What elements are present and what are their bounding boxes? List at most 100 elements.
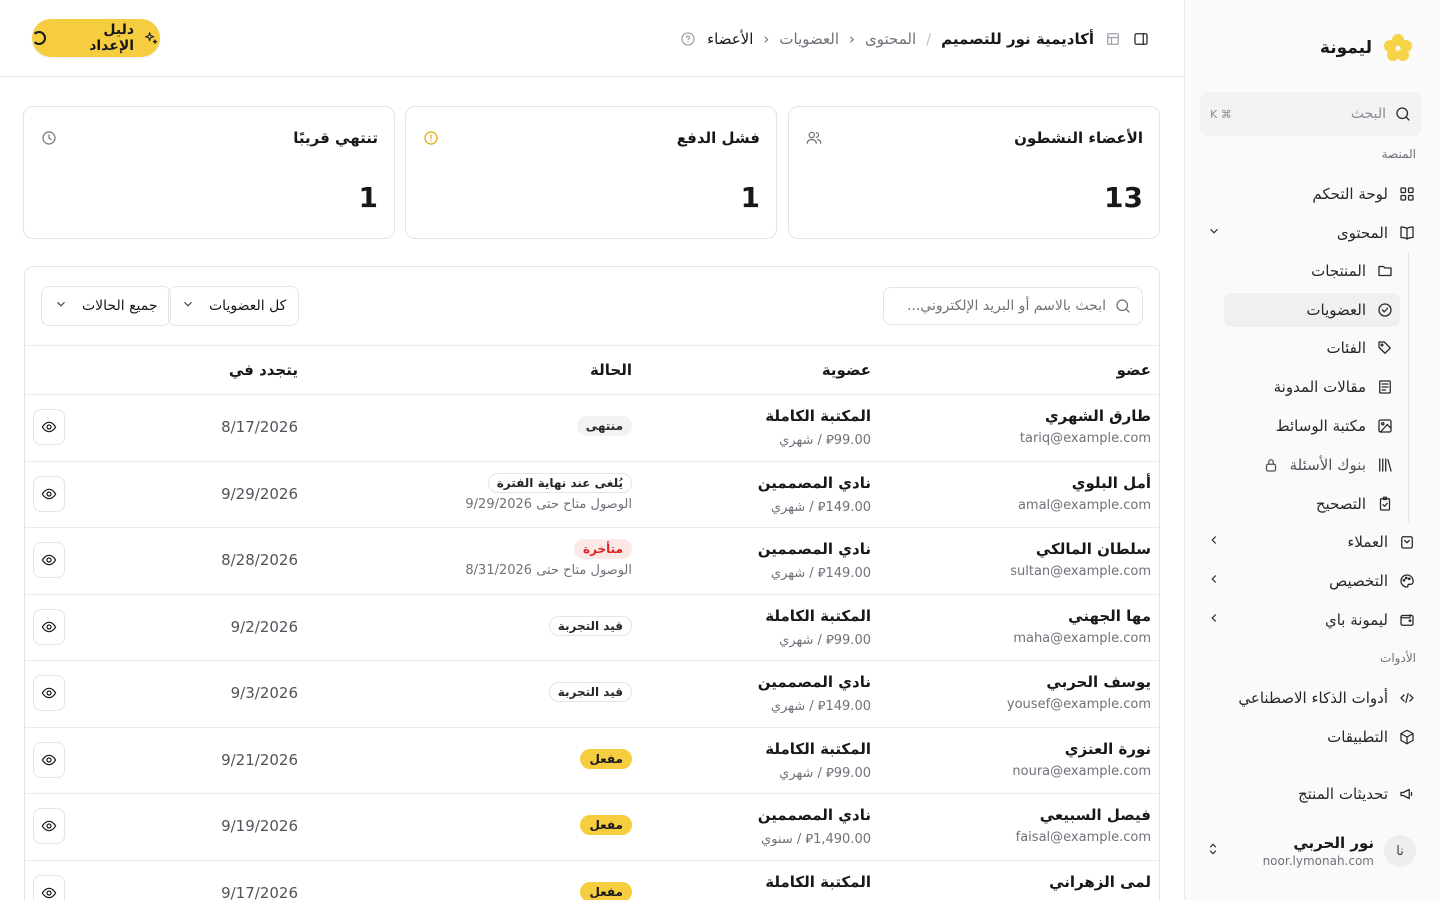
- section-label-tools: الأدوات: [1380, 651, 1416, 665]
- member-email: yousef@example.com: [1006, 697, 1151, 712]
- table-row[interactable]: سلطان المالكي sultan@example.com نادي ال…: [25, 528, 1159, 595]
- chevron-left-icon: ‹: [763, 30, 770, 48]
- table-header: عضو عضوية الحالة يتجدد في: [25, 346, 1159, 395]
- help-icon[interactable]: [679, 30, 697, 48]
- member-cell[interactable]: أمل البلوي amal@example.com: [1018, 474, 1151, 513]
- stat-card-expiring-soon: تنتهي قريبًا 1: [23, 106, 395, 239]
- table-row[interactable]: طارق الشهري tariq@example.com المكتبة ال…: [25, 395, 1159, 462]
- sidebar-item-content[interactable]: المحتوى: [1200, 215, 1422, 251]
- membership-cell: المكتبة الكاملة: [765, 873, 871, 891]
- view-member-button[interactable]: [33, 409, 65, 445]
- member-cell[interactable]: لمى الزهراني: [1049, 873, 1151, 891]
- user-menu[interactable]: نا نور الحربي noor.lymonah.com: [1200, 822, 1422, 880]
- membership-filter-dropdown[interactable]: كل العضويات: [168, 286, 300, 326]
- renew-date: 8/17/2026: [221, 418, 298, 436]
- sidebar-search[interactable]: البحث ⌘ K: [1200, 92, 1422, 136]
- chevron-left-icon[interactable]: [1206, 533, 1222, 551]
- table-row[interactable]: مها الجهني maha@example.com المكتبة الكا…: [25, 595, 1159, 661]
- brand[interactable]: ليمونة: [1320, 30, 1412, 66]
- member-cell[interactable]: مها الجهني maha@example.com: [1013, 607, 1151, 646]
- chevron-down-icon[interactable]: [1206, 224, 1222, 242]
- search-icon: [1394, 105, 1412, 123]
- renew-date: 9/21/2026: [221, 750, 298, 769]
- member-cell[interactable]: نورة العنزي noura@example.com: [1012, 740, 1151, 779]
- member-cell[interactable]: سلطان المالكي sultan@example.com: [1010, 540, 1151, 579]
- view-member-button[interactable]: [33, 808, 65, 844]
- sidebar-item-customers[interactable]: العملاء: [1200, 524, 1422, 560]
- sidebar-subitem-label: المنتجات: [1311, 262, 1366, 280]
- sparkles-icon: [142, 29, 160, 47]
- view-member-button[interactable]: [33, 542, 65, 578]
- sidebar-item-product-updates[interactable]: تحديثات المنتج: [1200, 776, 1422, 812]
- membership-cell: نادي المصممين ⃁149.00 / شهري: [758, 540, 871, 581]
- sidebar-subitem-grading[interactable]: التصحيح: [1224, 487, 1400, 521]
- column-header-renews: يتجدد في: [228, 361, 298, 379]
- table-row[interactable]: يوسف الحربي yousef@example.com نادي المص…: [25, 661, 1159, 728]
- sidebar-toggle-icon[interactable]: [1132, 30, 1150, 48]
- status-filter-value: جميع الحالات: [82, 298, 158, 314]
- status-cell: يُلغى عند نهاية الفترة الوصول متاح حتى 9…: [465, 472, 632, 512]
- status-filter-dropdown[interactable]: جميع الحالات: [41, 286, 171, 326]
- breadcrumb-members: الأعضاء: [707, 30, 754, 48]
- sidebar-item-dashboard[interactable]: لوحة التحكم: [1200, 176, 1422, 212]
- sidebar-subitem-label: الفئات: [1326, 339, 1366, 357]
- membership-plan: المكتبة الكاملة: [765, 407, 871, 425]
- membership-price: ⃁99.00 / شهري: [779, 765, 871, 781]
- eye-icon: [41, 554, 57, 566]
- renew-date: 9/3/2026: [230, 684, 298, 702]
- chevron-left-icon[interactable]: [1206, 611, 1222, 629]
- table-row[interactable]: فيصل السبيعي faisal@example.com نادي الم…: [25, 794, 1159, 861]
- breadcrumb-content[interactable]: المحتوى: [865, 30, 916, 48]
- code-icon: [1398, 689, 1416, 707]
- breadcrumb-academy[interactable]: أكاديمية نور للتصميم: [941, 30, 1094, 48]
- sidebar-subitem-question-banks[interactable]: بنوك الأسئلة: [1224, 448, 1400, 482]
- sidebar-subitem-products[interactable]: المنتجات: [1224, 254, 1400, 288]
- sidebar-subitem-categories[interactable]: الفئات: [1224, 331, 1400, 365]
- table-row[interactable]: لمى الزهراني المكتبة الكاملة مفعل 9/17/2…: [25, 861, 1159, 900]
- member-search-input[interactable]: ابحث بالاسم أو البريد الإلكتروني...: [883, 287, 1143, 325]
- member-name: أمل البلوي: [1071, 473, 1151, 492]
- renew-date: 9/19/2026: [221, 817, 298, 835]
- view-member-button[interactable]: [33, 475, 65, 512]
- breadcrumb-memberships[interactable]: العضويات: [779, 30, 839, 48]
- view-member-button[interactable]: [33, 741, 65, 778]
- view-member-button[interactable]: [33, 608, 65, 645]
- table-row[interactable]: نورة العنزي noura@example.com المكتبة ال…: [25, 728, 1159, 794]
- wallet-icon: [1398, 611, 1416, 629]
- table-body: طارق الشهري tariq@example.com المكتبة ال…: [25, 395, 1159, 900]
- sidebar-item-label: العملاء: [1347, 533, 1388, 551]
- chevron-left-icon[interactable]: [1206, 572, 1222, 590]
- table-row[interactable]: أمل البلوي amal@example.com نادي المصممي…: [25, 462, 1159, 528]
- sidebar-subitem-media[interactable]: مكتبة الوسائط: [1224, 409, 1400, 443]
- status-badge: مفعل: [580, 881, 632, 900]
- library-icon: [1376, 456, 1394, 474]
- view-member-button[interactable]: [33, 874, 65, 900]
- status-badge: قيد التجربة: [548, 682, 632, 702]
- eye-icon: [41, 621, 57, 632]
- sidebar-subitem-memberships[interactable]: العضويات: [1224, 293, 1400, 327]
- breadcrumb: أكاديمية نور للتصميم / المحتوى ‹ العضويا…: [679, 26, 1150, 52]
- status-cell: مفعل: [580, 748, 632, 769]
- member-email: noura@example.com: [1012, 763, 1151, 779]
- setup-guide-button[interactable]: دليل الإعداد: [32, 19, 160, 57]
- sidebar-item-label: أدوات الذكاء الاصطناعي: [1238, 689, 1388, 707]
- renew-date: 9/17/2026: [221, 883, 298, 900]
- member-name: طارق الشهري: [1044, 407, 1151, 425]
- membership-price: ⃁99.00 / شهري: [779, 632, 871, 648]
- sidebar-item-lymonah-pay[interactable]: ليمونة باي: [1200, 602, 1422, 638]
- sidebar-item-ai-tools[interactable]: أدوات الذكاء الاصطناعي: [1200, 680, 1422, 716]
- membership-price: ⃁1,490.00 / سنوي: [761, 832, 871, 847]
- member-cell[interactable]: فيصل السبيعي faisal@example.com: [1016, 806, 1151, 845]
- member-cell[interactable]: طارق الشهري tariq@example.com: [1020, 407, 1151, 446]
- sidebar-subitem-blog[interactable]: مقالات المدونة: [1224, 370, 1400, 404]
- member-cell[interactable]: يوسف الحربي yousef@example.com: [1007, 673, 1151, 712]
- sidebar-item-customization[interactable]: التخصيص: [1200, 563, 1422, 599]
- view-member-button[interactable]: [33, 675, 65, 711]
- member-email: tariq@example.com: [1019, 431, 1151, 446]
- member-email: amal@example.com: [1017, 497, 1151, 513]
- progress-ring-icon: [32, 31, 46, 45]
- check-circle-icon: [1376, 301, 1394, 319]
- breadcrumb-separator: /: [926, 30, 932, 48]
- alert-circle-icon: [422, 129, 440, 147]
- sidebar-item-apps[interactable]: التطبيقات: [1200, 719, 1422, 755]
